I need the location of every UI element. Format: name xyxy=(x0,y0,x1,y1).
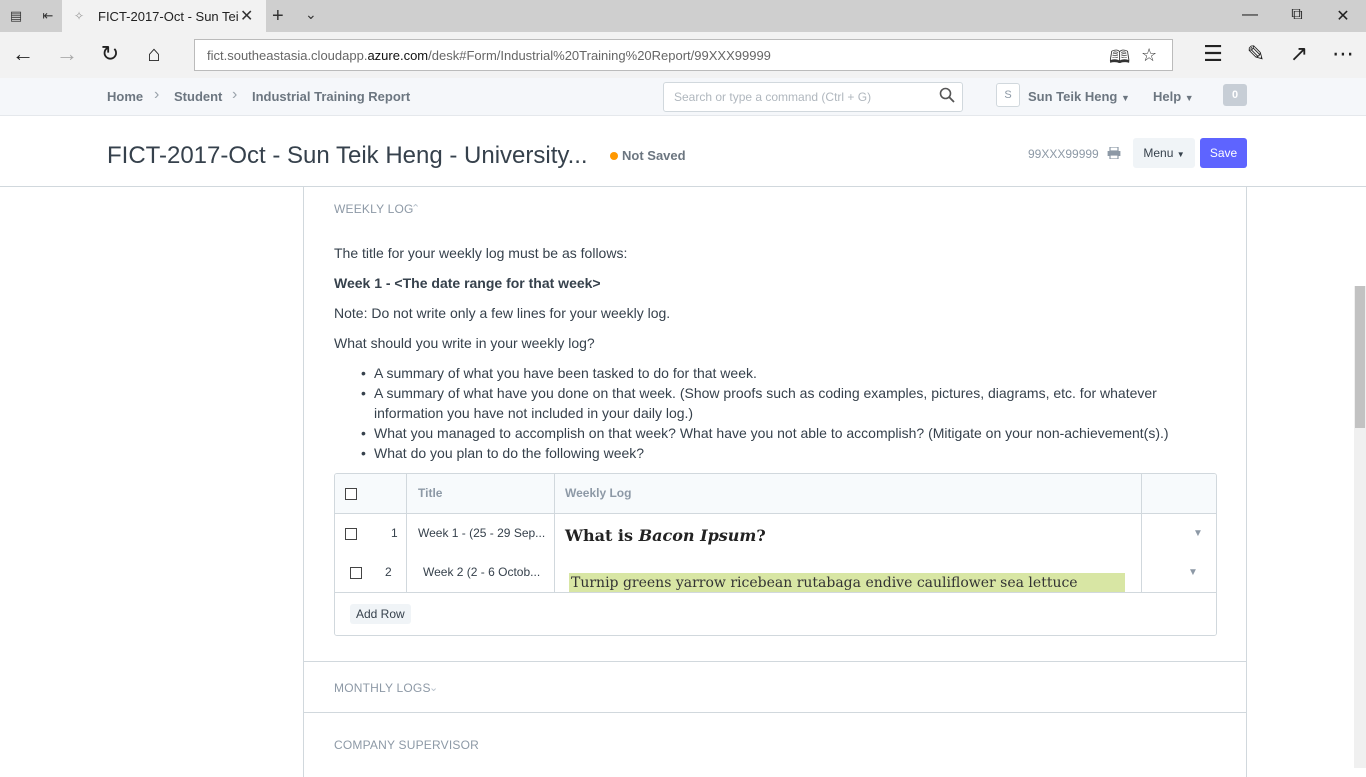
column-divider xyxy=(554,474,555,592)
status-badge: Not Saved xyxy=(622,148,686,163)
menu-label: Menu xyxy=(1143,146,1174,160)
list-item: A summary of what you have been tasked t… xyxy=(374,365,757,381)
column-header-title: Title xyxy=(418,486,443,500)
browser-navbar: ← → ↻ ⌂ fict.southeastasia.cloudapp.azur… xyxy=(0,32,1366,78)
breadcrumb-report[interactable]: Industrial Training Report xyxy=(252,89,410,104)
form-body: WEEKLY LOG ⌃ The title for your weekly l… xyxy=(303,187,1247,777)
row-number: 2 xyxy=(385,565,392,579)
user-name: Sun Teik Heng xyxy=(1028,89,1118,104)
tab-favicon-icon: ✧ xyxy=(74,9,85,23)
browser-tab[interactable]: ✧ FICT-2017-Oct - Sun Tei ✕ xyxy=(62,0,266,32)
row-title[interactable]: Week 2 (2 - 6 Octob... xyxy=(423,565,540,579)
back-icon[interactable]: ← xyxy=(10,42,36,66)
tab-title: FICT-2017-Oct - Sun Tei xyxy=(98,9,238,24)
breadcrumb-chevron-icon: › xyxy=(154,86,160,103)
avatar[interactable]: S xyxy=(996,83,1020,107)
weekly-log-heading[interactable]: What is Bacon Ipsum? xyxy=(565,526,766,545)
weekly-log-intro: The title for your weekly log must be as… xyxy=(334,245,628,261)
notification-badge[interactable]: 0 xyxy=(1223,84,1247,106)
search-icon xyxy=(939,87,955,103)
weekly-log-note: Note: Do not write only a few lines for … xyxy=(334,305,671,321)
user-menu[interactable]: Sun Teik Heng ▼ xyxy=(1028,89,1130,104)
row-expand-caret-icon[interactable]: ▼ xyxy=(1193,528,1203,539)
table-header: Title Weekly Log xyxy=(335,474,1216,514)
app-topbar: Home › Student › Industrial Training Rep… xyxy=(0,78,1366,116)
list-item: A summary of what have you done on that … xyxy=(374,385,1157,421)
chevron-down-icon[interactable]: ⌄ xyxy=(429,681,438,694)
url-text: fict.southeastasia.cloudapp.azure.com/de… xyxy=(207,48,771,63)
home-icon[interactable]: ⌂ xyxy=(141,42,167,66)
section-divider xyxy=(304,712,1246,713)
breadcrumb-home[interactable]: Home xyxy=(107,89,143,104)
breadcrumb-chevron-icon: › xyxy=(232,86,238,103)
page-title: FICT-2017-Oct - Sun Teik Heng - Universi… xyxy=(107,142,588,169)
caret-down-icon: ▼ xyxy=(1184,93,1194,103)
favorites-hub-icon[interactable]: ☰ xyxy=(1200,42,1226,66)
print-icon[interactable] xyxy=(1107,147,1121,159)
bullet-icon: • xyxy=(361,385,366,401)
help-label: Help xyxy=(1153,89,1182,104)
reading-view-icon[interactable]: 🕮 xyxy=(1109,45,1130,75)
browser-titlebar: ▤ ⇤ ✧ FICT-2017-Oct - Sun Tei ✕ + ⌄ — ⧉ … xyxy=(0,0,1366,32)
select-all-checkbox[interactable] xyxy=(345,488,357,500)
column-divider xyxy=(406,474,407,592)
row-title[interactable]: Week 1 - (25 - 29 Sep... xyxy=(418,526,545,540)
tab-actions-icon[interactable]: ▤ xyxy=(8,8,24,24)
search-input[interactable]: Search or type a command (Ctrl + G) xyxy=(663,82,963,112)
list-item: What you managed to accomplish on that w… xyxy=(374,425,1169,441)
column-divider xyxy=(1141,474,1142,592)
bullet-icon: • xyxy=(361,445,366,461)
forward-icon[interactable]: → xyxy=(54,42,80,66)
restore-icon[interactable]: ⧉ xyxy=(1287,6,1307,24)
refresh-icon[interactable]: ↻ xyxy=(97,42,123,66)
scrollbar-thumb[interactable] xyxy=(1355,286,1365,428)
new-tab-icon[interactable]: + xyxy=(272,5,284,28)
status-indicator-icon xyxy=(610,152,618,160)
weekly-log-format: Week 1 - <The date range for that week> xyxy=(334,275,601,291)
favorite-star-icon[interactable]: ☆ xyxy=(1141,45,1157,66)
tab-close-icon[interactable]: ✕ xyxy=(240,6,253,26)
document-name: 99XXX99999 xyxy=(1028,147,1099,161)
weekly-log-table: Title Weekly Log 1 Week 1 - (25 - 29 Sep… xyxy=(334,473,1217,636)
save-button[interactable]: Save xyxy=(1200,138,1247,168)
row-checkbox[interactable] xyxy=(350,567,362,579)
table-footer: Add Row xyxy=(335,592,1216,635)
close-window-icon[interactable]: ✕ xyxy=(1333,6,1353,26)
minimize-icon[interactable]: — xyxy=(1240,6,1260,24)
list-item: What do you plan to do the following wee… xyxy=(374,445,645,461)
chevron-up-icon[interactable]: ⌃ xyxy=(411,202,420,215)
caret-down-icon: ▼ xyxy=(1120,93,1130,103)
bullet-icon: • xyxy=(361,365,366,381)
row-expand-caret-icon[interactable]: ▼ xyxy=(1188,567,1198,578)
company-supervisor-section-header[interactable]: COMPANY SUPERVISOR xyxy=(334,738,479,752)
set-tabs-aside-icon[interactable]: ⇤ xyxy=(40,8,56,24)
share-icon[interactable]: ↗ xyxy=(1286,42,1312,66)
web-note-icon[interactable]: ✎ xyxy=(1243,42,1269,66)
search-placeholder: Search or type a command (Ctrl + G) xyxy=(674,90,872,104)
weekly-log-section-header[interactable]: WEEKLY LOG xyxy=(334,202,414,216)
section-divider xyxy=(304,661,1246,662)
page-header: FICT-2017-Oct - Sun Teik Heng - Universi… xyxy=(0,117,1366,187)
bullet-icon: • xyxy=(361,425,366,441)
monthly-logs-section-header[interactable]: MONTHLY LOGS xyxy=(334,681,431,695)
help-menu[interactable]: Help ▼ xyxy=(1153,89,1194,104)
tab-list-chevron-icon[interactable]: ⌄ xyxy=(305,6,317,23)
more-icon[interactable]: ⋯ xyxy=(1330,42,1356,66)
address-bar[interactable]: fict.southeastasia.cloudapp.azure.com/de… xyxy=(194,39,1173,71)
row-checkbox[interactable] xyxy=(345,528,357,540)
add-row-button[interactable]: Add Row xyxy=(350,604,411,624)
row-number: 1 xyxy=(391,526,398,540)
weekly-log-question: What should you write in your weekly log… xyxy=(334,335,595,351)
caret-down-icon: ▼ xyxy=(1176,150,1185,159)
menu-button[interactable]: Menu ▼ xyxy=(1133,138,1195,168)
breadcrumb-student[interactable]: Student xyxy=(174,89,222,104)
column-header-weekly-log: Weekly Log xyxy=(565,486,632,500)
